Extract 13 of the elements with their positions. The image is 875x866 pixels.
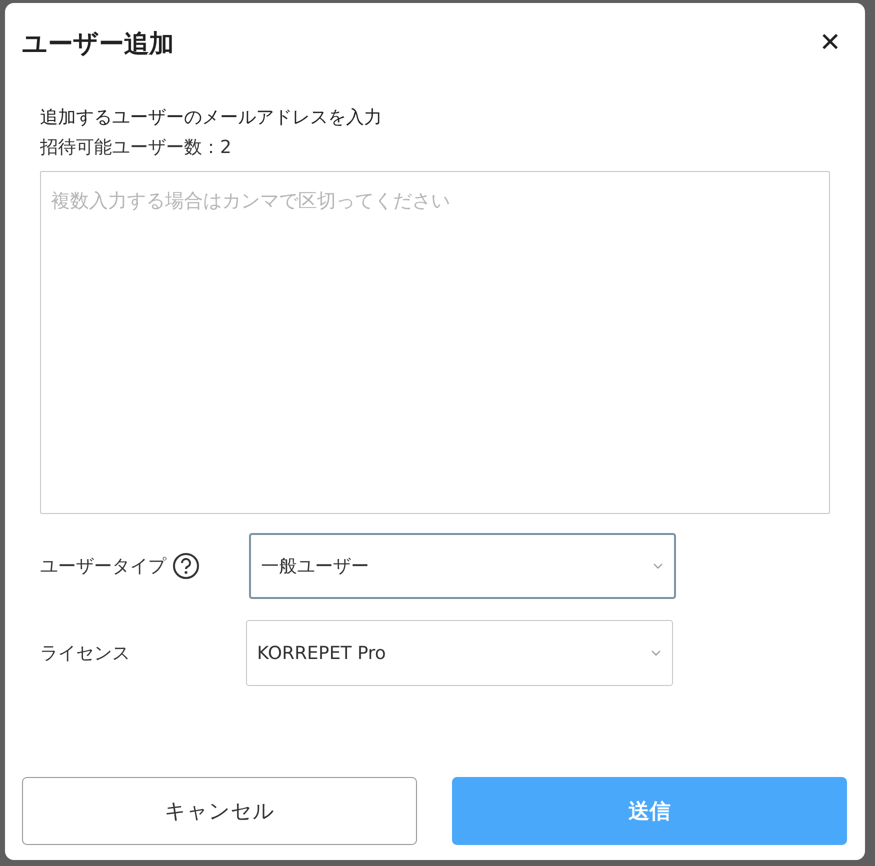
caret-icon <box>650 649 662 657</box>
invite-count: 招待可能ユーザー数：2 <box>40 136 232 160</box>
close-button[interactable]: ✕ <box>819 28 841 58</box>
select-field[interactable]: KORREPET Pro <box>246 620 673 686</box>
cancel-button[interactable]: キャンセル <box>22 777 417 845</box>
dialog-title: ユーザー追加 <box>22 28 175 60</box>
select-field[interactable]: 一般ユーザー <box>249 533 676 599</box>
email-input-field[interactable]: 複数入力する場合はカンマで区切ってください <box>40 171 830 514</box>
field-label: ユーザータイプ <box>40 555 166 578</box>
field-label: ライセンス <box>40 642 130 665</box>
help-icon[interactable] <box>172 552 200 580</box>
instruction-text: 追加するユーザーのメールアドレスを入力 <box>40 106 383 130</box>
caret-icon <box>652 562 664 570</box>
